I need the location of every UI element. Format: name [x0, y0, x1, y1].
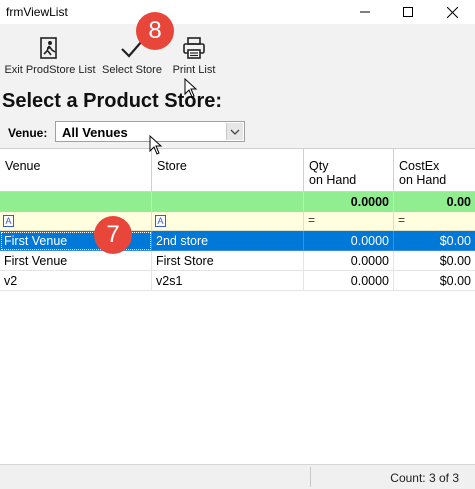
print-list-label: Print List	[172, 64, 216, 76]
record-count: Count: 3 of 3	[390, 471, 459, 485]
column-header-store[interactable]: Store	[152, 148, 304, 192]
cell-venue[interactable]: First Venue	[0, 251, 152, 271]
venue-filter-bar: Venue: All Venues	[0, 118, 475, 148]
column-header-label: CostEx on Hand	[399, 159, 447, 187]
venue-dropdown-value: All Venues	[62, 125, 128, 140]
equals-filter-icon[interactable]: =	[398, 213, 405, 227]
filter-cell-store[interactable]: A	[152, 212, 304, 231]
cell-qty[interactable]: 0.0000	[304, 251, 394, 271]
printer-icon	[181, 34, 207, 62]
equals-filter-icon[interactable]: =	[308, 213, 315, 227]
maximize-icon	[403, 7, 413, 17]
column-header-label: Venue	[5, 159, 41, 173]
cell-store[interactable]: v2s1	[152, 271, 304, 291]
cell-qty[interactable]: 0.0000	[304, 271, 394, 291]
totals-row: 0.0000 0.00	[0, 192, 475, 212]
close-button[interactable]	[432, 0, 472, 24]
status-divider	[310, 467, 311, 487]
select-store-label: Select Store	[102, 64, 162, 76]
totals-cell-venue	[0, 192, 152, 212]
column-header-qty-on-hand[interactable]: Qty on Hand	[304, 148, 394, 192]
window-title: frmViewList	[6, 5, 68, 19]
table-row[interactable]: First Venue First Store 0.0000 $0.00	[0, 251, 475, 271]
filter-row: A A = =	[0, 212, 475, 231]
exit-prodstore-list-button[interactable]: Exit ProdStore List	[4, 24, 96, 86]
cell-cost[interactable]: $0.00	[394, 231, 475, 251]
status-bar: Count: 3 of 3	[0, 464, 475, 489]
totals-cost: 0.00	[446, 195, 471, 209]
close-icon	[446, 6, 458, 18]
cell-qty[interactable]: 0.0000	[304, 231, 394, 251]
column-header-label: Qty on Hand	[309, 159, 357, 187]
exit-label: Exit ProdStore List	[4, 64, 96, 76]
chevron-down-icon[interactable]	[226, 123, 243, 140]
minimize-icon	[360, 11, 370, 13]
filter-cell-qty[interactable]: =	[304, 212, 394, 231]
window-titlebar: frmViewList	[0, 0, 475, 24]
cell-cost[interactable]: $0.00	[394, 271, 475, 291]
totals-cell-store	[152, 192, 304, 212]
column-header-costex-on-hand[interactable]: CostEx on Hand	[394, 148, 475, 192]
cell-store[interactable]: First Store	[152, 251, 304, 271]
venue-label: Venue:	[8, 126, 48, 140]
step-badge: 7	[94, 216, 132, 254]
filter-cell-cost[interactable]: =	[394, 212, 475, 231]
heading-band: Select a Product Store:	[0, 86, 475, 118]
mouse-cursor-icon	[184, 78, 198, 98]
cell-venue[interactable]: v2	[0, 271, 152, 291]
text-filter-icon[interactable]: A	[155, 215, 166, 227]
column-header-label: Store	[157, 159, 187, 173]
column-header-venue[interactable]: Venue	[0, 148, 152, 192]
minimize-button[interactable]	[345, 0, 385, 24]
cell-cost[interactable]: $0.00	[394, 251, 475, 271]
table-row[interactable]: v2 v2s1 0.0000 $0.00	[0, 271, 475, 291]
table-row[interactable]: First Venue 2nd store 0.0000 $0.00	[0, 231, 475, 251]
exit-icon	[38, 34, 62, 62]
product-store-grid: Venue Store Qty on Hand CostEx on Hand 0…	[0, 148, 475, 464]
print-list-button[interactable]: Print List	[170, 24, 218, 86]
cell-store[interactable]: 2nd store	[152, 231, 304, 251]
text-filter-icon[interactable]: A	[3, 215, 14, 227]
step-badge: 8	[136, 12, 174, 50]
totals-qty: 0.0000	[304, 192, 394, 212]
toolbar: Exit ProdStore List Select Store Print L…	[0, 24, 475, 86]
maximize-button[interactable]	[388, 0, 428, 24]
mouse-cursor-icon	[149, 135, 163, 155]
